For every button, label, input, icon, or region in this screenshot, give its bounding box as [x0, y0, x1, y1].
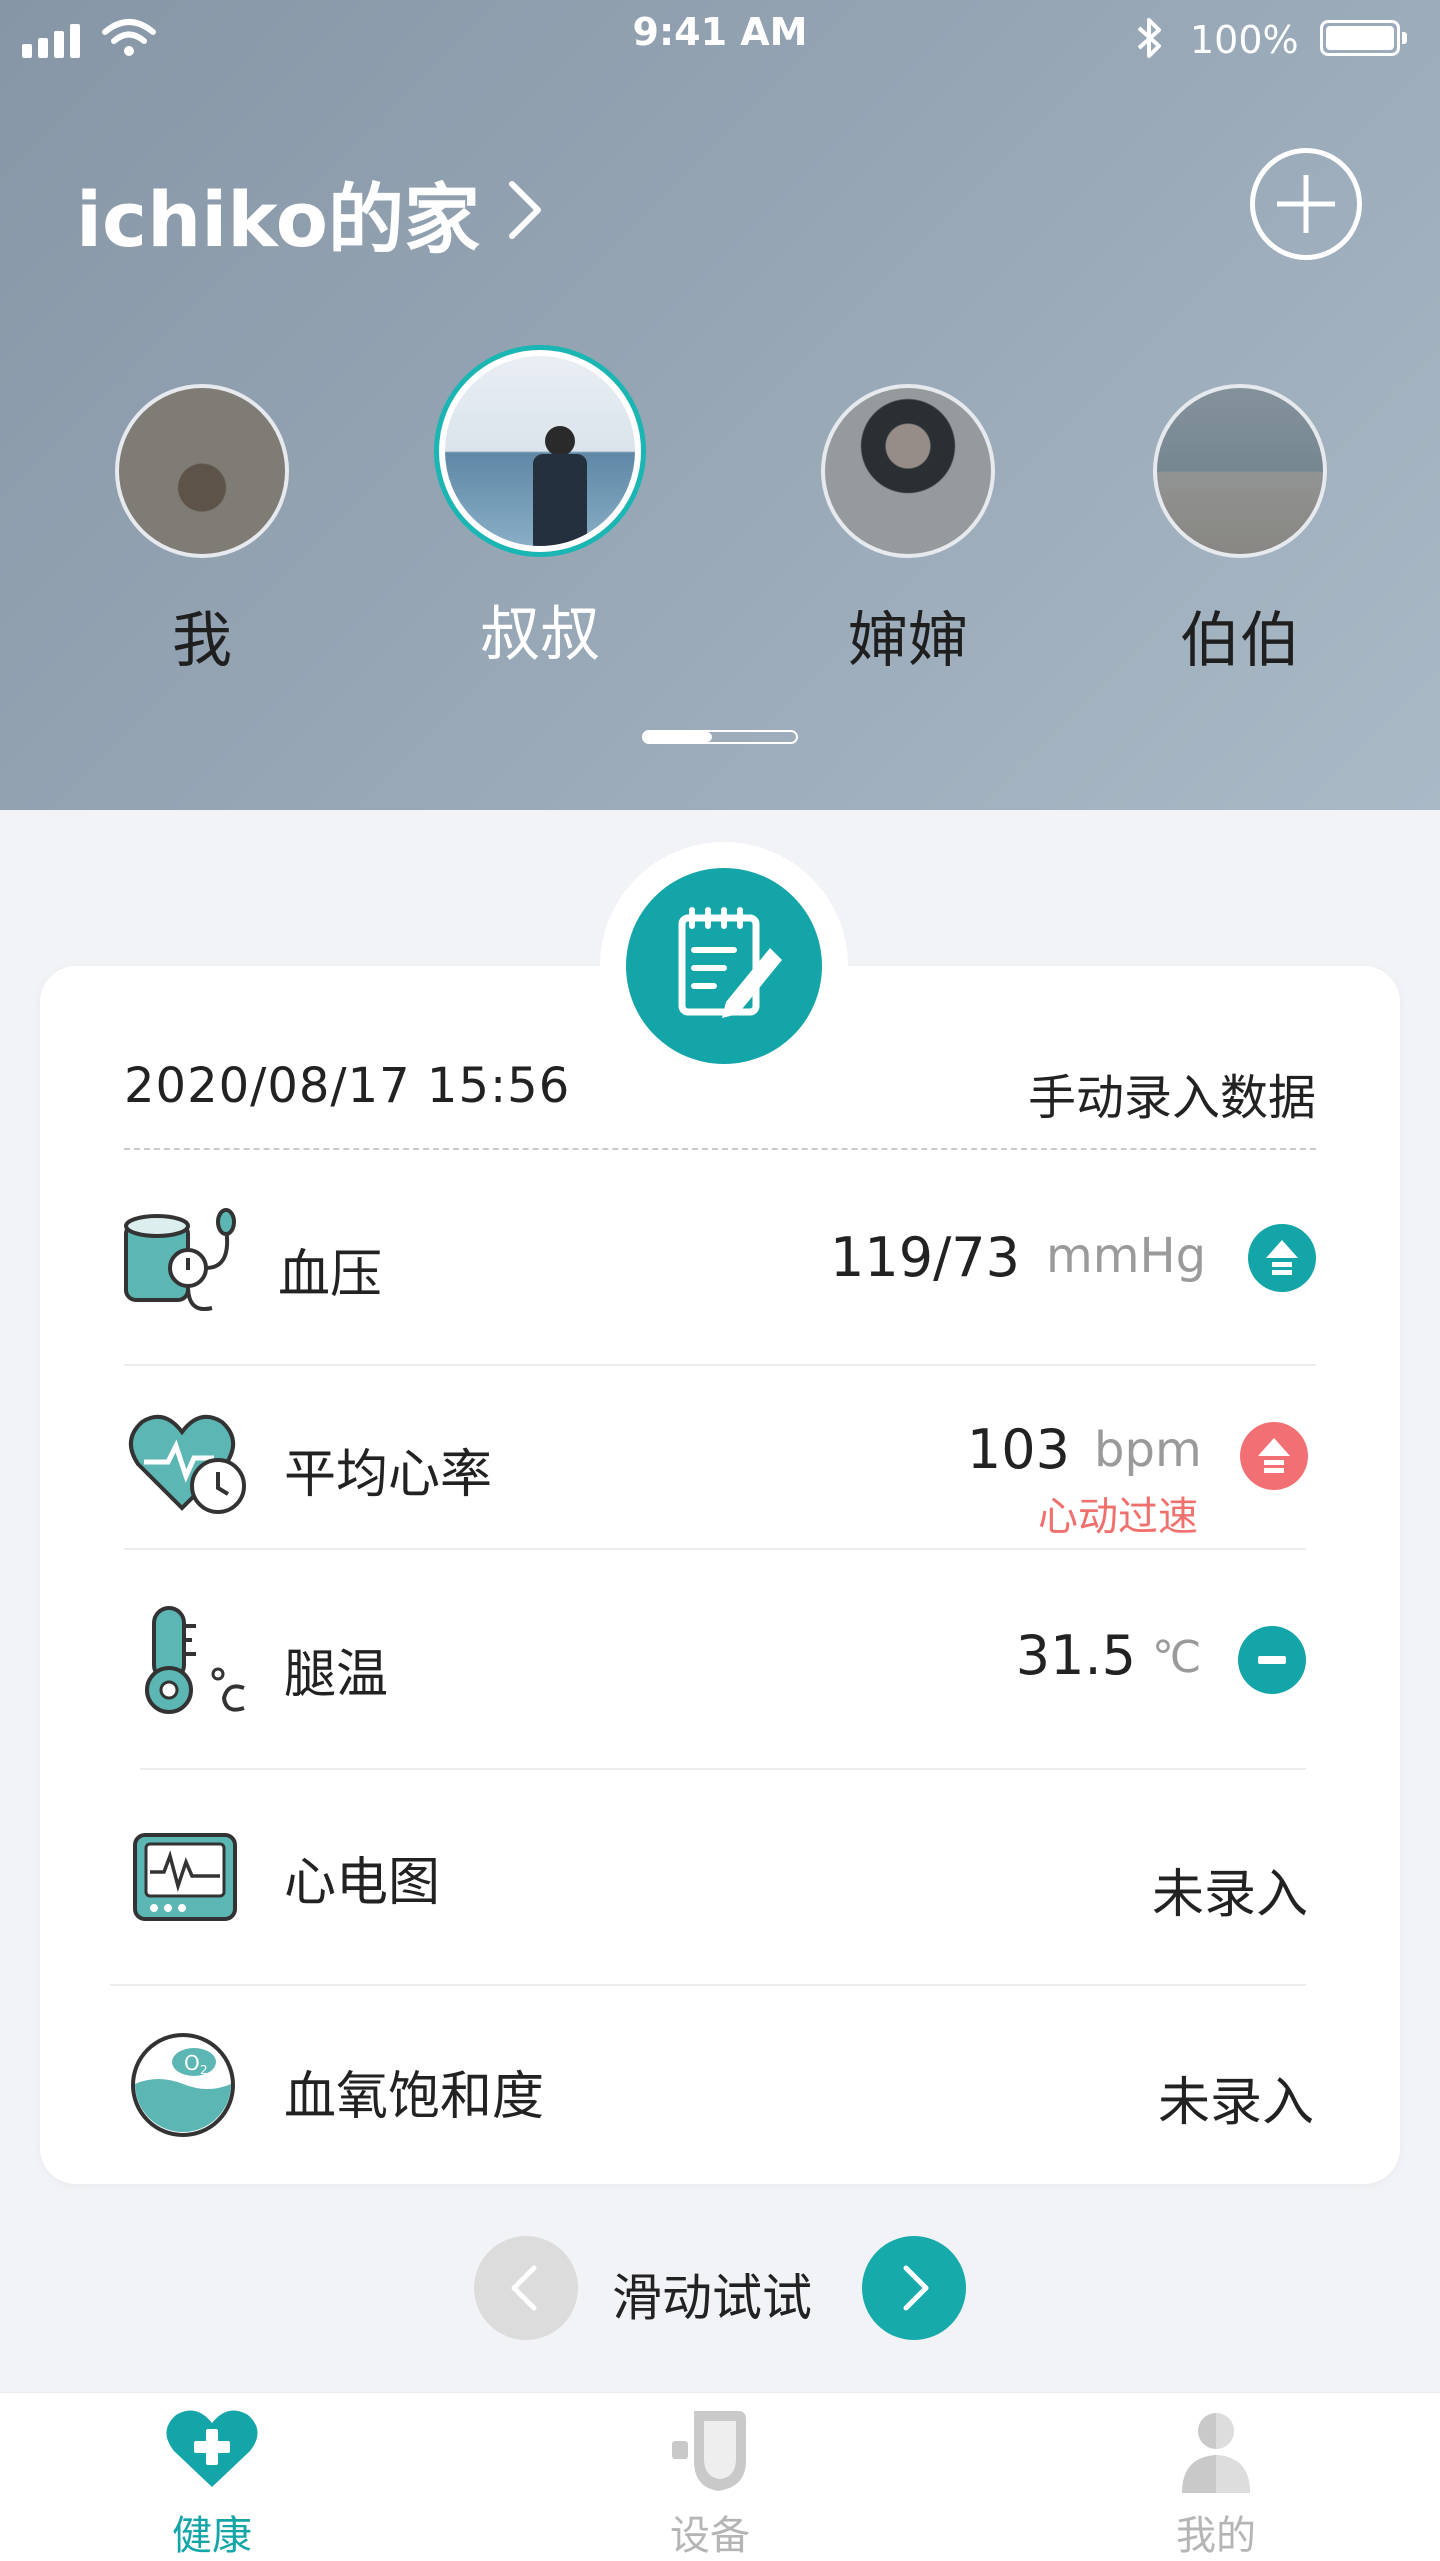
row-label-ecg: 心电图: [284, 1853, 441, 1913]
row-divider: [124, 1548, 1306, 1550]
notepad-edit-icon: [678, 907, 782, 1018]
trend-up-icon: [1240, 1422, 1308, 1490]
member-item-uncle[interactable]: 叔叔: [420, 350, 660, 673]
tab-mine[interactable]: 我的: [1096, 2393, 1336, 2561]
heart-rate-warning: 心动过速: [1038, 1494, 1198, 1540]
battery-percentage: 100%: [1190, 18, 1299, 62]
add-member-button[interactable]: [1250, 148, 1362, 260]
manual-entry-button[interactable]: [626, 868, 822, 1064]
heart-rate-value: 103: [966, 1418, 1070, 1481]
status-bar: 9:41 AM 100%: [0, 0, 1440, 80]
member-name: 叔叔: [480, 600, 600, 670]
avatar: [821, 384, 995, 558]
avatar: [1153, 384, 1327, 558]
chevron-right-icon: [903, 2265, 929, 2311]
tab-label: 我的: [1176, 2513, 1256, 2559]
swipe-hint-text: 滑动试试: [612, 2269, 812, 2327]
tab-label: 健康: [172, 2513, 252, 2559]
member-page-indicator: [642, 730, 798, 744]
swipe-next-button[interactable]: [862, 2236, 966, 2340]
row-divider: [110, 1984, 1306, 1986]
tab-health[interactable]: 健康: [92, 2393, 332, 2561]
battery-icon: [1320, 20, 1407, 56]
row-label-heart-rate: 平均心率: [284, 1445, 493, 1505]
member-name: 伯伯: [1180, 606, 1300, 676]
trend-flat-icon: [1238, 1626, 1306, 1694]
blood-pressure-value: 119/73: [830, 1226, 1020, 1289]
row-label-blood-pressure: 血压: [278, 1245, 383, 1305]
member-item-me[interactable]: 我: [82, 384, 322, 679]
blood-oxygen-icon: O 2: [131, 2033, 235, 2137]
row-divider: [124, 1364, 1316, 1366]
avatar: [439, 350, 641, 552]
tab-device[interactable]: 设备: [590, 2393, 830, 2561]
row-label-leg-temperature: 腿温: [284, 1645, 389, 1705]
heart-rate-unit: bpm: [1094, 1422, 1202, 1478]
row-label-blood-oxygen: 血氧饱和度: [284, 2067, 545, 2127]
blood-oxygen-value: 未录入: [1157, 2073, 1314, 2133]
leg-temperature-unit: ℃: [1152, 1632, 1202, 1683]
svg-text:O: O: [184, 2051, 200, 2075]
bottom-tab-bar: 健康 设备 我的: [0, 2392, 1440, 2561]
row-divider: [140, 1768, 1306, 1770]
member-name: 婶婶: [848, 606, 968, 676]
tab-label: 设备: [670, 2513, 750, 2559]
home-title[interactable]: ichiko的家: [76, 158, 480, 268]
family-header: 9:41 AM 100% ichiko的家 我 叔叔 婶婶 伯伯: [0, 0, 1440, 810]
chevron-left-icon: [511, 2265, 537, 2311]
blood-pressure-icon: [124, 1208, 236, 1311]
ecg-monitor-icon: [133, 1833, 237, 1921]
member-name: 我: [172, 606, 232, 676]
device-icon: [672, 2411, 746, 2491]
avatar: [115, 384, 289, 558]
thermometer-icon: [145, 1606, 245, 1714]
chevron-right-icon[interactable]: [500, 178, 550, 242]
dashed-divider: [124, 1148, 1316, 1150]
trend-up-icon: [1248, 1224, 1316, 1292]
ecg-value: 未录入: [1151, 1865, 1308, 1925]
record-source: 手动录入数据: [1027, 1070, 1316, 1126]
heart-plus-icon: [166, 2410, 258, 2487]
record-datetime: 2020/08/17 15:56: [124, 1058, 571, 1114]
bluetooth-icon: [1137, 18, 1161, 58]
svg-text:2: 2: [200, 2063, 208, 2077]
member-item-elder-uncle[interactable]: 伯伯: [1120, 384, 1360, 679]
member-item-aunt[interactable]: 婶婶: [788, 384, 1028, 679]
user-icon: [1182, 2413, 1250, 2493]
leg-temperature-value: 31.5: [1015, 1624, 1136, 1687]
blood-pressure-unit: mmHg: [1046, 1228, 1207, 1284]
swipe-prev-button[interactable]: [474, 2236, 578, 2340]
